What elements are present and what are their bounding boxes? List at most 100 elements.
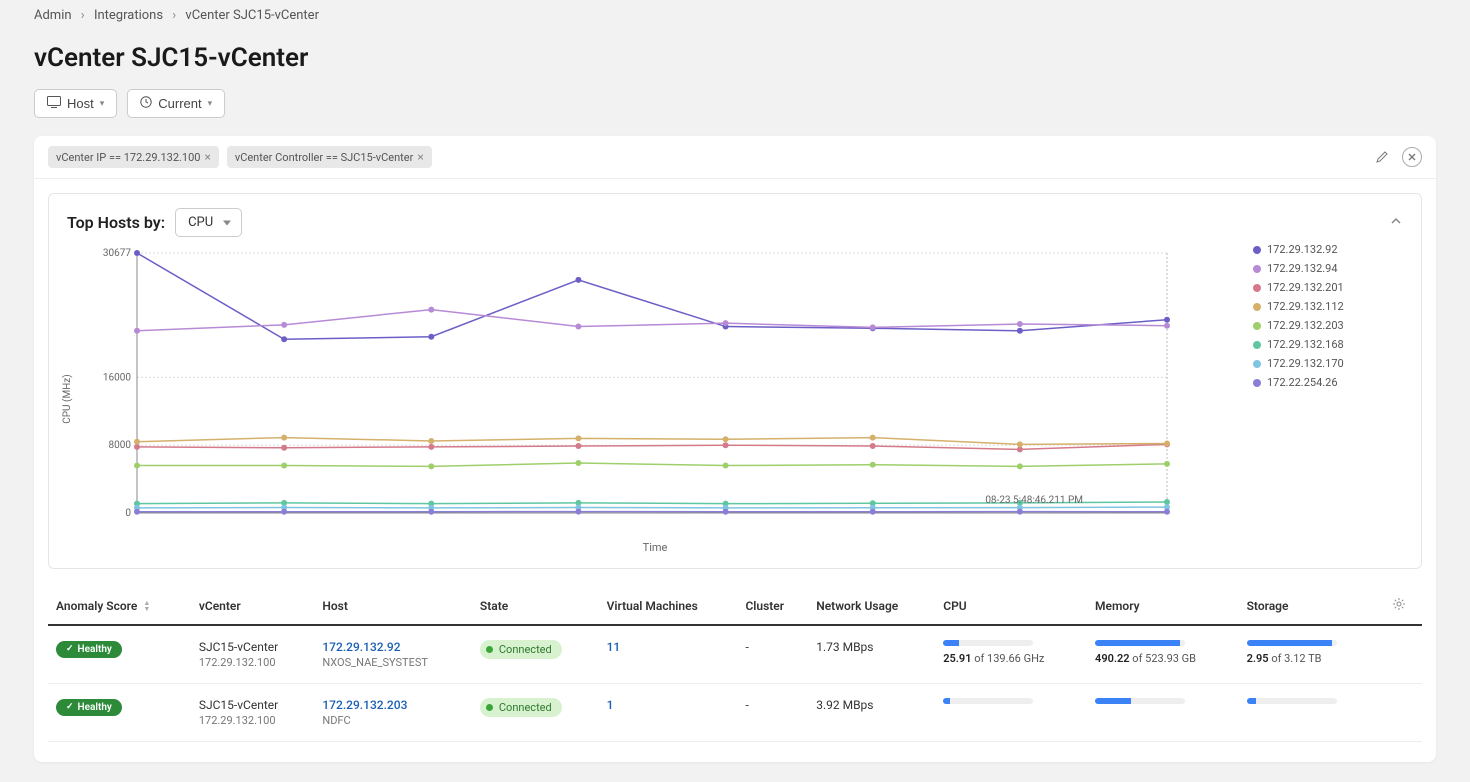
column-header[interactable]: CPU <box>935 587 1087 625</box>
legend-dot-icon <box>1253 265 1261 273</box>
x-axis-label: Time <box>67 541 1243 554</box>
cell-gear-spacer <box>1376 625 1422 684</box>
svg-text:16000: 16000 <box>103 372 131 383</box>
legend-label: 172.22.254.26 <box>1267 376 1338 389</box>
storage-bar <box>1247 698 1337 704</box>
metric-select[interactable]: CPU <box>175 208 242 237</box>
host-link[interactable]: 172.29.132.92 <box>322 640 464 654</box>
column-header[interactable]: Host <box>314 587 472 625</box>
svg-text:30677: 30677 <box>103 248 131 259</box>
legend-item[interactable]: 172.29.132.94 <box>1253 262 1403 275</box>
column-header[interactable]: Network Usage <box>808 587 935 625</box>
collapse-icon[interactable] <box>1389 214 1403 232</box>
legend-item[interactable]: 172.29.132.203 <box>1253 319 1403 332</box>
legend-item[interactable]: 172.29.132.112 <box>1253 300 1403 313</box>
legend-item[interactable]: 172.29.132.201 <box>1253 281 1403 294</box>
legend-item[interactable]: 172.29.132.170 <box>1253 357 1403 370</box>
legend-item[interactable]: 172.22.254.26 <box>1253 376 1403 389</box>
cell-network: 3.92 MBps <box>808 684 935 742</box>
vcenter-name: SJC15-vCenter <box>199 640 307 654</box>
edit-icon[interactable] <box>1372 147 1392 167</box>
chevron-down-icon: ▾ <box>100 98 105 109</box>
cpu-bar <box>943 698 1033 704</box>
sort-icon[interactable]: ▲▼ <box>143 600 150 612</box>
svg-text:8000: 8000 <box>109 440 132 451</box>
state-badge: Connected <box>480 640 562 659</box>
filter-chip-label: vCenter IP == 172.29.132.100 <box>56 151 200 164</box>
host-name: NXOS_NAE_SYSTEST <box>322 656 464 669</box>
gear-icon[interactable] <box>1384 592 1414 622</box>
cell-storage: 2.95 of 3.12 TB <box>1239 625 1376 684</box>
close-icon[interactable]: × <box>417 150 423 164</box>
host-link[interactable]: 172.29.132.203 <box>322 698 464 712</box>
legend-dot-icon <box>1253 379 1261 387</box>
metric-selected: CPU <box>188 215 213 230</box>
storage-bar <box>1247 640 1337 646</box>
host-name: NDFC <box>322 714 464 727</box>
anomaly-badge: Healthy <box>56 641 122 658</box>
y-axis-label: CPU (MHz) <box>62 374 73 424</box>
legend-item[interactable]: 172.29.132.92 <box>1253 243 1403 256</box>
chart-timestamp: 08-23 5:48:46.211 PM <box>985 495 1083 506</box>
memory-text: 490.22 of 523.93 GB <box>1095 652 1231 665</box>
filter-chip-controller[interactable]: vCenter Controller == SJC15-vCenter × <box>227 146 432 168</box>
cell-anomaly: Healthy <box>48 625 191 684</box>
chart-title: Top Hosts by: <box>67 213 165 232</box>
vm-count-link[interactable]: 11 <box>607 640 621 654</box>
clock-icon <box>140 96 152 111</box>
cell-cluster: - <box>737 625 808 684</box>
chevron-right-icon: › <box>81 8 85 23</box>
legend-dot-icon <box>1253 246 1261 254</box>
legend-label: 172.29.132.94 <box>1267 262 1338 275</box>
column-header[interactable]: Storage <box>1239 587 1376 625</box>
time-dropdown[interactable]: Current ▾ <box>127 89 225 118</box>
chart-plot[interactable]: CPU (MHz) 080001600030677 Time 08-23 5:4… <box>67 243 1243 554</box>
cell-memory <box>1087 684 1239 742</box>
scope-label: Host <box>67 96 94 111</box>
filter-chip-vcenter-ip[interactable]: vCenter IP == 172.29.132.100 × <box>48 146 219 168</box>
column-header[interactable]: Cluster <box>737 587 808 625</box>
cell-gear-spacer <box>1376 684 1422 742</box>
chart-svg: 0 8000 16000 30677 <box>67 243 1177 533</box>
close-icon[interactable]: × <box>204 150 210 164</box>
vcenter-name: SJC15-vCenter <box>199 698 307 712</box>
cpu-text: 25.91 of 139.66 GHz <box>943 652 1079 665</box>
time-label: Current <box>158 96 201 111</box>
cell-vms: 11 <box>599 625 738 684</box>
legend-dot-icon <box>1253 284 1261 292</box>
legend-dot-icon <box>1253 341 1261 349</box>
vcenter-ip: 172.29.132.100 <box>199 656 307 669</box>
clear-filters-icon[interactable] <box>1402 147 1422 167</box>
legend-label: 172.29.132.201 <box>1267 281 1344 294</box>
anomaly-badge: Healthy <box>56 699 122 716</box>
storage-text: 2.95 of 3.12 TB <box>1247 652 1368 665</box>
column-header[interactable]: Anomaly Score▲▼ <box>48 587 191 625</box>
legend-dot-icon <box>1253 360 1261 368</box>
legend-label: 172.29.132.203 <box>1267 319 1344 332</box>
legend-dot-icon <box>1253 322 1261 330</box>
svg-text:0: 0 <box>125 508 131 519</box>
vm-count-link[interactable]: 1 <box>607 698 614 712</box>
cell-cpu: 25.91 of 139.66 GHz <box>935 625 1087 684</box>
cell-vcenter: SJC15-vCenter172.29.132.100 <box>191 684 315 742</box>
scope-dropdown[interactable]: Host ▾ <box>34 89 117 118</box>
cell-cluster: - <box>737 684 808 742</box>
legend-item[interactable]: 172.29.132.168 <box>1253 338 1403 351</box>
column-header[interactable]: Memory <box>1087 587 1239 625</box>
breadcrumb-integrations[interactable]: Integrations <box>94 8 163 23</box>
column-header[interactable]: vCenter <box>191 587 315 625</box>
chevron-right-icon: › <box>172 8 176 23</box>
column-header[interactable]: Virtual Machines <box>599 587 738 625</box>
state-badge: Connected <box>480 698 562 717</box>
cell-vms: 1 <box>599 684 738 742</box>
legend-label: 172.29.132.170 <box>1267 357 1344 370</box>
main-card: vCenter IP == 172.29.132.100 × vCenter C… <box>34 136 1436 762</box>
memory-bar <box>1095 698 1185 704</box>
column-header[interactable]: State <box>472 587 599 625</box>
cell-storage <box>1239 684 1376 742</box>
page-title: vCenter SJC15-vCenter <box>0 31 1470 89</box>
cell-network: 1.73 MBps <box>808 625 935 684</box>
memory-bar <box>1095 640 1185 646</box>
breadcrumb-admin[interactable]: Admin <box>34 8 72 23</box>
cell-host: 172.29.132.92 NXOS_NAE_SYSTEST <box>314 625 472 684</box>
